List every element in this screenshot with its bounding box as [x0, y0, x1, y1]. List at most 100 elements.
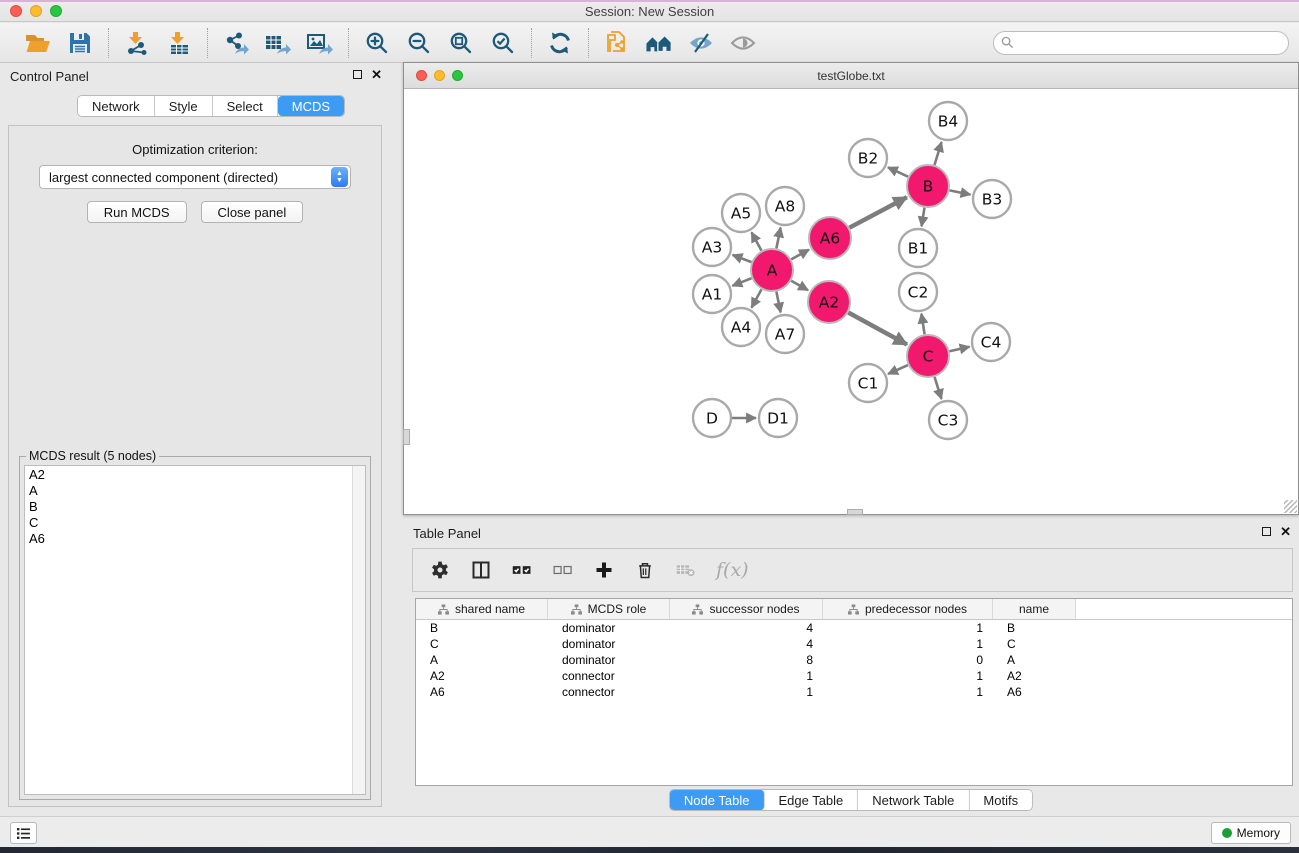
table-tab-node-table[interactable]: Node Table	[670, 790, 765, 810]
node-B[interactable]: B	[907, 165, 949, 207]
edge-A-A7[interactable]	[776, 292, 780, 313]
edge-A-A1[interactable]	[732, 278, 751, 286]
close-panel-button[interactable]: Close panel	[201, 201, 304, 223]
zoom-selected-button[interactable]	[487, 28, 519, 58]
table-tab-motifs[interactable]: Motifs	[969, 790, 1032, 810]
table-row[interactable]: A2connector11A2	[416, 668, 1292, 684]
edge-C-C2[interactable]	[921, 314, 924, 335]
trash-button[interactable]	[634, 558, 658, 582]
node-A1[interactable]: A1	[693, 275, 731, 313]
bottom-grip-handle[interactable]	[847, 509, 863, 515]
node-A8[interactable]: A8	[766, 187, 804, 225]
table-row[interactable]: Bdominator41B	[416, 620, 1292, 636]
node-B2[interactable]: B2	[849, 139, 887, 177]
node-D1[interactable]: D1	[759, 399, 797, 437]
edge-B-B1[interactable]	[922, 208, 925, 227]
tab-style[interactable]: Style	[155, 96, 213, 116]
edge-A-A4[interactable]	[752, 289, 762, 307]
node-B3[interactable]: B3	[973, 180, 1011, 218]
column-header-successor-nodes[interactable]: successor nodes	[670, 599, 823, 619]
edge-A-A6[interactable]	[791, 250, 809, 260]
edge-C-C4[interactable]	[949, 347, 969, 351]
tab-select[interactable]: Select	[213, 96, 278, 116]
table-float-panel-icon[interactable]	[1262, 527, 1271, 536]
zoom-fit-button[interactable]	[445, 28, 477, 58]
import-table-button[interactable]	[163, 28, 195, 58]
table-close-panel-icon[interactable]: ✕	[1280, 526, 1291, 537]
gear-button[interactable]	[429, 558, 453, 582]
delete-table-button[interactable]	[675, 558, 699, 582]
table-tab-edge-table[interactable]: Edge Table	[764, 790, 858, 810]
tab-mcds[interactable]: MCDS	[278, 96, 344, 116]
column-header-name[interactable]: name	[993, 599, 1076, 619]
export-image-button[interactable]	[304, 28, 336, 58]
result-item[interactable]: B	[25, 498, 365, 514]
refresh-button[interactable]	[544, 28, 576, 58]
left-grip-handle[interactable]	[403, 429, 410, 445]
add-button[interactable]	[593, 558, 617, 582]
run-mcds-button[interactable]: Run MCDS	[87, 201, 187, 223]
node-A3[interactable]: A3	[693, 228, 731, 266]
node-B1[interactable]: B1	[899, 229, 937, 267]
table-row[interactable]: Cdominator41C	[416, 636, 1292, 652]
table-tab-network-table[interactable]: Network Table	[858, 790, 969, 810]
result-item[interactable]: A6	[25, 530, 365, 546]
table-row[interactable]: Adominator80A	[416, 652, 1292, 668]
node-A6[interactable]: A6	[809, 217, 851, 259]
close-panel-icon[interactable]: ✕	[371, 69, 382, 80]
node-A4[interactable]: A4	[722, 308, 760, 346]
edge-A-A2[interactable]	[791, 281, 808, 290]
edge-A-A8[interactable]	[776, 228, 780, 249]
export-table-button[interactable]	[262, 28, 294, 58]
node-table[interactable]: shared nameMCDS rolesuccessor nodesprede…	[415, 598, 1293, 786]
node-A7[interactable]: A7	[766, 315, 804, 353]
save-button[interactable]	[64, 28, 96, 58]
mcds-result-list[interactable]: A2ABCA6	[24, 465, 366, 795]
select-all-button[interactable]	[511, 558, 535, 582]
result-list-scrollbar[interactable]	[352, 466, 365, 794]
edge-B-B3[interactable]	[950, 190, 971, 194]
network-document-button[interactable]	[601, 28, 633, 58]
tab-network[interactable]: Network	[78, 96, 155, 116]
edge-C-C1[interactable]	[888, 365, 908, 374]
edge-C-C3[interactable]	[935, 377, 942, 399]
result-item[interactable]: C	[25, 514, 365, 530]
unselect-all-button[interactable]	[552, 558, 576, 582]
edge-A6-B[interactable]	[849, 197, 906, 227]
node-B4[interactable]: B4	[929, 102, 967, 140]
node-C4[interactable]: C4	[972, 323, 1010, 361]
node-C[interactable]: C	[907, 335, 949, 377]
show-eye-button[interactable]	[727, 28, 759, 58]
resize-grip[interactable]	[1284, 500, 1297, 513]
edge-B-B2[interactable]	[888, 167, 908, 176]
node-A5[interactable]: A5	[722, 194, 760, 232]
memory-button[interactable]: Memory	[1211, 822, 1291, 844]
node-D[interactable]: D	[693, 399, 731, 437]
column-header-MCDS-role[interactable]: MCDS role	[548, 599, 670, 619]
criterion-dropdown[interactable]: largest connected component (directed) ▲…	[39, 165, 351, 189]
zoom-in-button[interactable]	[361, 28, 393, 58]
network-window-titlebar[interactable]: testGlobe.txt	[404, 63, 1298, 89]
search-input[interactable]	[993, 31, 1289, 55]
edge-A-A3[interactable]	[733, 255, 752, 262]
node-C2[interactable]: C2	[899, 273, 937, 311]
node-C3[interactable]: C3	[929, 401, 967, 439]
columns-button[interactable]	[470, 558, 494, 582]
node-C1[interactable]: C1	[849, 364, 887, 402]
edge-A2-C[interactable]	[848, 313, 907, 345]
column-header-shared-name[interactable]: shared name	[416, 599, 548, 619]
task-history-button[interactable]	[10, 822, 37, 844]
zoom-out-button[interactable]	[403, 28, 435, 58]
column-header-predecessor-nodes[interactable]: predecessor nodes	[823, 599, 993, 619]
table-row[interactable]: A6connector11A6	[416, 684, 1292, 700]
import-network-button[interactable]	[121, 28, 153, 58]
export-network-button[interactable]	[220, 28, 252, 58]
node-A2[interactable]: A2	[808, 281, 850, 323]
network-canvas[interactable]: B4 B2 B B3 A8A5 A6 A3 B1 A C2 A1 A2 A4A7 C4 C C1 D D1 C3	[404, 89, 1298, 514]
edge-A-A5[interactable]	[752, 232, 762, 250]
hide-eye-button[interactable]	[685, 28, 717, 58]
float-panel-icon[interactable]	[353, 70, 362, 79]
node-A[interactable]: A	[751, 249, 793, 291]
edge-B-B4[interactable]	[934, 142, 941, 165]
open-folder-button[interactable]	[22, 28, 54, 58]
